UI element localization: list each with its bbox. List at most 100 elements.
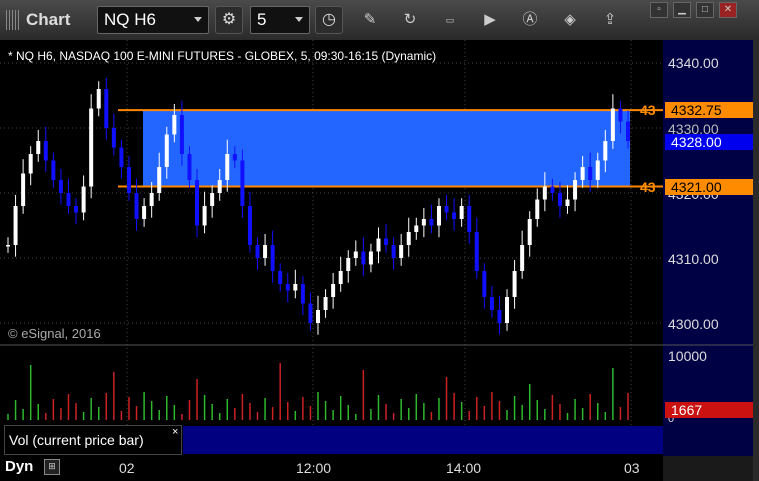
time-tick-1400: 14:00 [446, 460, 482, 476]
candle-body [550, 186, 555, 193]
volume-bars [7, 363, 629, 420]
candle-body [459, 206, 464, 219]
candle-body [36, 141, 41, 154]
price-tick-4310: 4310.00 [668, 251, 719, 267]
candle-body [195, 180, 200, 226]
candle-body [278, 271, 283, 284]
price-tick-4340: 4340.00 [668, 55, 719, 71]
candle-body [535, 199, 540, 219]
candle-body [21, 173, 26, 206]
candle-body [58, 180, 63, 193]
candle-body [81, 186, 86, 213]
candle-body [399, 245, 404, 258]
candle-body [217, 180, 222, 193]
candle-body [361, 251, 366, 265]
candle-body [126, 167, 131, 193]
time-tick-03: 03 [624, 460, 640, 476]
candle-body [482, 271, 487, 297]
candle-body [255, 245, 260, 258]
candle-body [172, 115, 177, 135]
candle-body [580, 167, 585, 180]
candle-body [187, 154, 192, 180]
candle-body [13, 206, 18, 245]
candle-body [96, 89, 101, 109]
copyright-text: © eSignal, 2016 [8, 326, 101, 341]
candle-body [421, 219, 426, 226]
candle-body [164, 134, 169, 167]
candle-body [610, 108, 615, 141]
candle-body [505, 297, 510, 323]
candle-body [308, 303, 313, 323]
candle-body [104, 89, 109, 128]
upper-price-flag: 4332.75 [665, 102, 753, 118]
candle-body [542, 186, 547, 200]
volume-study-label[interactable]: Vol (current price bar) [4, 425, 182, 455]
candle-body [512, 271, 517, 297]
candle-body [43, 141, 48, 161]
candle-body [157, 167, 162, 193]
candle-body [391, 245, 396, 258]
candle-body [89, 108, 94, 187]
volume-tick-top: 10000 [668, 348, 707, 364]
candle-body [134, 193, 139, 219]
candle-body [210, 193, 215, 206]
candle-body [406, 232, 411, 245]
candle-body [338, 271, 343, 284]
current-price-flag: 4328.00 [665, 134, 753, 150]
candle-body [573, 180, 578, 200]
candle-body [497, 310, 502, 323]
candle-body [429, 219, 434, 226]
highlight-zone[interactable] [143, 110, 630, 187]
candle-body [270, 245, 275, 271]
candle-body [588, 167, 593, 180]
chart-canvas [0, 40, 753, 456]
candle-body [595, 160, 600, 180]
candle-body [225, 154, 230, 180]
lower-line-label: 43 [640, 179, 656, 195]
candle-body [436, 206, 441, 226]
volume-legend-bar [183, 426, 663, 454]
candle-body [467, 206, 472, 232]
candle-body [452, 212, 457, 219]
time-tick-1200: 12:00 [296, 460, 332, 476]
candle-body [346, 258, 351, 271]
candle-body [263, 245, 268, 258]
candle-body [557, 193, 562, 206]
candle-body [285, 284, 290, 291]
candle-body [376, 238, 381, 252]
candle-body [323, 297, 328, 310]
close-study-icon[interactable]: × [172, 426, 178, 438]
candle-body [28, 154, 33, 174]
candle-body [353, 251, 358, 258]
upper-line-label: 43 [640, 102, 656, 118]
candle-body [6, 245, 10, 247]
candle-body [232, 154, 237, 161]
lock-icon[interactable]: ⊞ [44, 459, 60, 475]
candle-body [603, 141, 608, 161]
candle-body [444, 206, 449, 213]
candle-body [618, 108, 623, 122]
candle-body [119, 147, 124, 167]
candle-body [202, 206, 207, 226]
candle-body [520, 245, 525, 271]
candle-body [111, 128, 116, 148]
candle-body [368, 251, 373, 265]
time-tick-02: 02 [119, 460, 135, 476]
candle-body [179, 115, 184, 154]
candle-body [66, 193, 71, 206]
candle-body [626, 121, 630, 141]
candle-body [247, 206, 252, 245]
candle-body [384, 238, 389, 245]
price-tick-4300: 4300.00 [668, 316, 719, 332]
dynamic-mode-label[interactable]: Dyn [5, 458, 33, 475]
candle-body [293, 284, 298, 291]
candle-body [414, 225, 419, 232]
candle-body [331, 284, 336, 297]
candle-body [142, 206, 147, 219]
candle-body [316, 310, 320, 323]
lower-price-flag: 4321.00 [665, 179, 753, 195]
candle-body [474, 232, 479, 271]
candle-body [565, 199, 570, 206]
candle-body [51, 160, 56, 180]
candle-body [489, 297, 494, 310]
